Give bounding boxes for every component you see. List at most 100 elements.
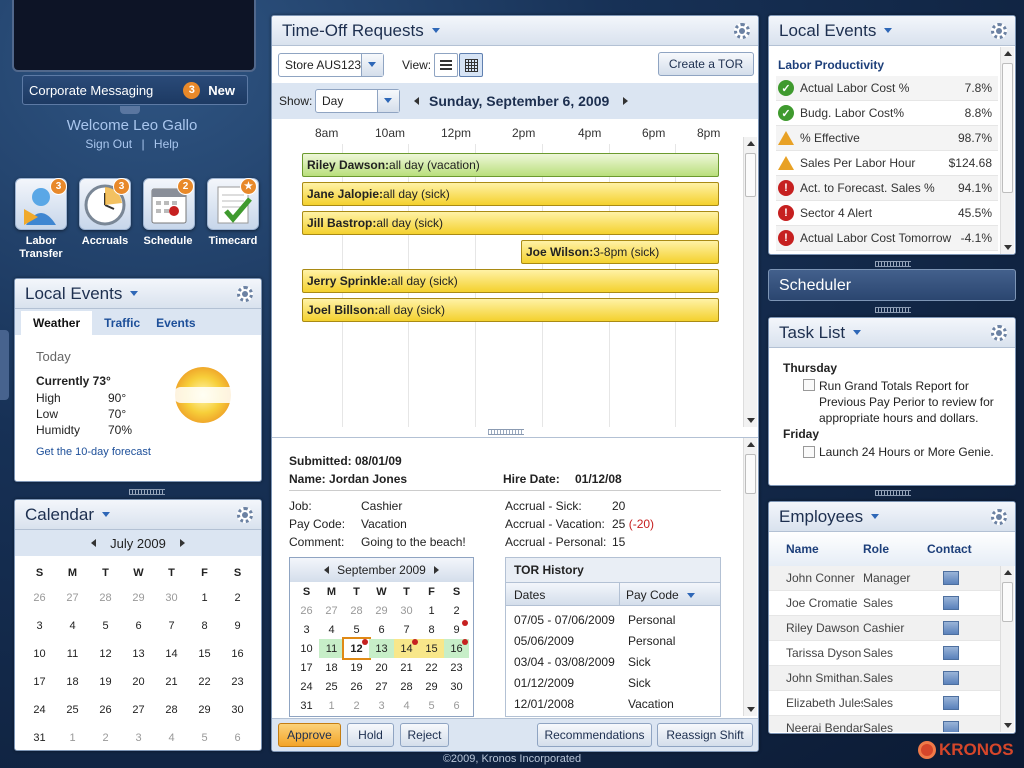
employee-row[interactable]: John Conner Manager (769, 566, 1001, 591)
help-link[interactable]: Help (154, 137, 179, 151)
tor-history-row[interactable]: 07/05 - 07/06/2009 Personal (514, 610, 720, 631)
calendar-day[interactable]: 5 (188, 724, 221, 750)
calendar-day[interactable]: 5 (89, 612, 122, 640)
calendar-day[interactable]: 26 (23, 584, 56, 612)
contact-icon[interactable] (943, 696, 959, 710)
tab-weather[interactable]: Weather (21, 311, 93, 335)
calendar-day[interactable]: 7 (155, 612, 188, 640)
recommendations-button[interactable]: Recommendations (537, 723, 652, 747)
calendar-day[interactable]: 29 (369, 601, 394, 620)
hold-button[interactable]: Hold (347, 723, 394, 747)
calendar-day[interactable]: 9 (221, 612, 254, 640)
calendar-day[interactable]: 27 (56, 584, 89, 612)
task-checkbox[interactable] (803, 379, 815, 391)
labor-metric-row[interactable]: Sales Per Labor Hour $124.68 (776, 151, 998, 176)
calendar-day[interactable]: 2 (444, 601, 469, 620)
prev-day-icon[interactable] (414, 97, 419, 105)
sign-out-link[interactable]: Sign Out (85, 137, 132, 151)
calendar-day[interactable]: 20 (369, 658, 394, 677)
calendar-day[interactable]: 28 (344, 601, 369, 620)
approve-button[interactable]: Approve (278, 723, 341, 747)
calendar-day[interactable]: 3 (122, 724, 155, 750)
next-month-icon[interactable] (433, 566, 439, 574)
list-view-button[interactable] (434, 53, 458, 77)
timeline-scrollbar[interactable] (743, 137, 757, 427)
calendar-day[interactable]: 29 (122, 584, 155, 612)
calendar-day[interactable]: 28 (89, 584, 122, 612)
labor-metric-row[interactable]: ! Actual Labor Cost Tomorrow -4.1% (776, 226, 998, 251)
prev-month-icon[interactable] (91, 539, 97, 547)
calendar-day[interactable]: 1 (319, 696, 344, 715)
column-dates[interactable]: Dates (506, 583, 620, 605)
left-drawer-handle[interactable] (0, 330, 9, 400)
corporate-messaging-bar[interactable]: Corporate Messaging 3 New (22, 75, 248, 105)
gear-icon[interactable] (734, 23, 750, 39)
show-select[interactable]: Day (315, 89, 400, 113)
resize-grip[interactable] (875, 490, 911, 496)
tor-history-row[interactable]: 01/12/2009 Sick (514, 673, 720, 694)
request-bar[interactable]: Riley Dawson: all day (vacation) (302, 153, 719, 177)
calendar-day[interactable]: 2 (221, 584, 254, 612)
calendar-day[interactable]: 11 (319, 639, 344, 658)
calendar-day[interactable]: 2 (344, 696, 369, 715)
scheduler-panel[interactable]: Scheduler (768, 269, 1016, 301)
employee-row[interactable]: Riley Dawson Cashier (769, 616, 1001, 641)
calendar-day[interactable]: 8 (419, 620, 444, 639)
reject-button[interactable]: Reject (400, 723, 449, 747)
calendar-day[interactable]: 21 (394, 658, 419, 677)
calendar-day[interactable]: 27 (369, 677, 394, 696)
calendar-day[interactable]: 4 (319, 620, 344, 639)
calendar-day[interactable]: 30 (394, 601, 419, 620)
calendar-day[interactable]: 14 (155, 640, 188, 668)
calendar-day[interactable]: 24 (23, 696, 56, 724)
calendar-day[interactable]: 3 (294, 620, 319, 639)
grid-view-button[interactable] (459, 53, 483, 77)
calendar-day[interactable]: 3 (369, 696, 394, 715)
column-pay-code[interactable]: Pay Code (620, 583, 701, 605)
calendar-day[interactable]: 17 (294, 658, 319, 677)
calendar-day[interactable]: 16 (221, 640, 254, 668)
calendar-day[interactable]: 25 (56, 696, 89, 724)
calendar-day[interactable]: 14 (394, 639, 419, 658)
employee-row[interactable]: Tarissa Dyson Sales (769, 641, 1001, 666)
detail-scrollbar[interactable] (743, 438, 757, 716)
gear-icon[interactable] (237, 507, 253, 523)
contact-icon[interactable] (943, 571, 959, 585)
calendar-day[interactable]: 21 (155, 668, 188, 696)
contact-icon[interactable] (943, 596, 959, 610)
calendar-day[interactable]: 15 (188, 640, 221, 668)
calendar-day[interactable]: 29 (419, 677, 444, 696)
calendar-day[interactable]: 30 (155, 584, 188, 612)
calendar-day[interactable]: 30 (221, 696, 254, 724)
column-contact[interactable]: Contact (927, 542, 972, 556)
calendar-day[interactable]: 18 (319, 658, 344, 677)
request-bar[interactable]: Jerry Sprinkle: all day (sick) (302, 269, 719, 293)
calendar-day[interactable]: 22 (188, 668, 221, 696)
calendar-day[interactable]: 19 (89, 668, 122, 696)
calendar-day[interactable]: 20 (122, 668, 155, 696)
calendar-day[interactable]: 27 (122, 696, 155, 724)
resize-grip[interactable] (875, 307, 911, 313)
forecast-link[interactable]: Get the 10-day forecast (36, 446, 151, 458)
column-role[interactable]: Role (863, 542, 927, 556)
chevron-down-icon[interactable] (884, 28, 893, 33)
labor-scrollbar[interactable] (1000, 47, 1014, 254)
labor-metric-row[interactable]: ✓ Actual Labor Cost % 7.8% (776, 76, 998, 101)
request-bar[interactable]: Joe Wilson: 3-8pm (sick) (521, 240, 719, 264)
labor-metric-row[interactable]: % Effective 98.7% (776, 126, 998, 151)
contact-icon[interactable] (943, 621, 959, 635)
reassign-shift-button[interactable]: Reassign Shift (657, 723, 753, 747)
resize-grip[interactable] (488, 429, 524, 435)
calendar-day[interactable]: 10 (294, 639, 319, 658)
employee-row[interactable]: John Smithan... Sales (769, 666, 1001, 691)
calendar-day[interactable]: 11 (56, 640, 89, 668)
calendar-day[interactable]: 28 (394, 677, 419, 696)
tab-events[interactable]: Events (152, 311, 199, 335)
chevron-down-icon[interactable] (431, 28, 440, 33)
collapse-toggle-icon[interactable] (120, 106, 140, 114)
calendar-day[interactable]: 17 (23, 668, 56, 696)
calendar-day[interactable]: 12 (342, 637, 371, 660)
next-day-icon[interactable] (623, 97, 628, 105)
calendar-day[interactable]: 6 (369, 620, 394, 639)
contact-icon[interactable] (943, 721, 959, 732)
